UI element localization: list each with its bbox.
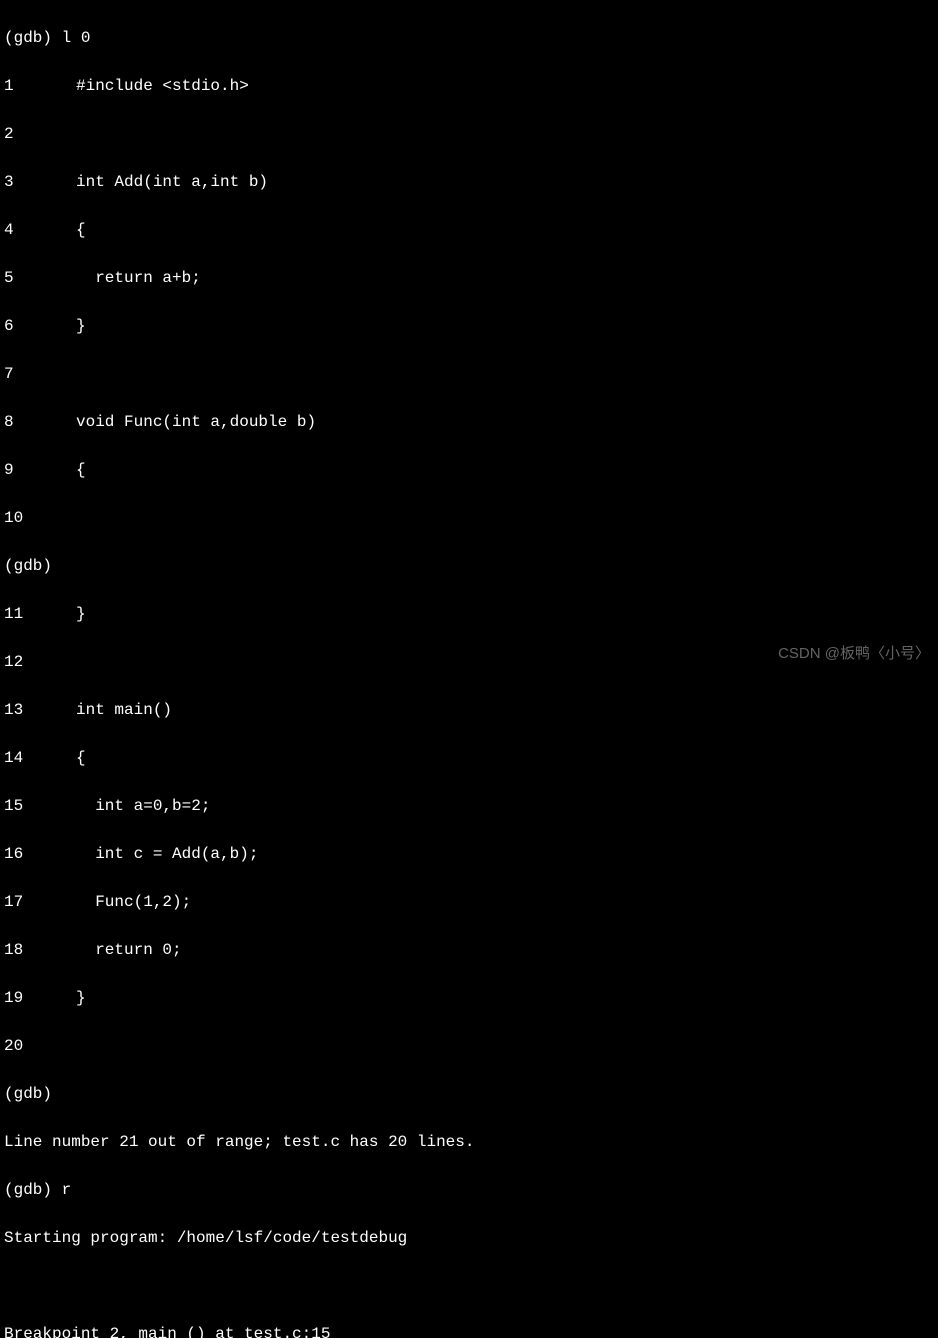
line-number: 5 <box>4 266 76 290</box>
source-line: 10 <box>4 506 934 530</box>
source-line: 16 int c = Add(a,b); <box>4 842 934 866</box>
source-code: int c = Add(a,b); <box>76 842 258 866</box>
gdb-prompt-bare: (gdb) <box>4 1082 52 1106</box>
line-number: 15 <box>4 794 76 818</box>
source-line: 15 int a=0,b=2; <box>4 794 934 818</box>
source-line: 9{ <box>4 458 934 482</box>
source-line: 6} <box>4 314 934 338</box>
line-number: 18 <box>4 938 76 962</box>
source-line: 11} <box>4 602 934 626</box>
line-number: 2 <box>4 122 76 146</box>
breakpoint-message: Breakpoint 2, main () at test.c:15 <box>4 1322 934 1338</box>
gdb-prompt: (gdb) <box>4 1178 62 1202</box>
line-number: 8 <box>4 410 76 434</box>
source-line: 2 <box>4 122 934 146</box>
source-line: 19} <box>4 986 934 1010</box>
gdb-command-line: (gdb) l 0 <box>4 26 934 50</box>
source-code: return a+b; <box>76 266 201 290</box>
line-number: 7 <box>4 362 76 386</box>
source-code: { <box>76 218 86 242</box>
terminal-output: (gdb) l 0 1#include <stdio.h> 2 3int Add… <box>4 2 934 1338</box>
source-code: Func(1,2); <box>76 890 191 914</box>
gdb-prompt: (gdb) <box>4 26 62 50</box>
line-number: 1 <box>4 74 76 98</box>
line-number: 20 <box>4 1034 76 1058</box>
line-number: 10 <box>4 506 76 530</box>
out-of-range-text: Line number 21 out of range; test.c has … <box>4 1130 474 1154</box>
source-line: 13int main() <box>4 698 934 722</box>
line-number: 3 <box>4 170 76 194</box>
source-code: } <box>76 314 86 338</box>
line-number: 14 <box>4 746 76 770</box>
starting-text: Starting program: /home/lsf/code/testdeb… <box>4 1226 407 1250</box>
source-code: } <box>76 986 86 1010</box>
source-line: 3int Add(int a,int b) <box>4 170 934 194</box>
blank-line <box>4 1274 934 1298</box>
source-line: 18 return 0; <box>4 938 934 962</box>
source-code: int a=0,b=2; <box>76 794 210 818</box>
line-number: 4 <box>4 218 76 242</box>
source-code: int Add(int a,int b) <box>76 170 268 194</box>
source-code: { <box>76 746 86 770</box>
watermark-text: CSDN @板鸭〈小号〉 <box>778 643 930 666</box>
source-line: 17 Func(1,2); <box>4 890 934 914</box>
line-number: 12 <box>4 650 76 674</box>
source-code: return 0; <box>76 938 182 962</box>
command-run: r <box>62 1178 72 1202</box>
source-code: { <box>76 458 86 482</box>
starting-message: Starting program: /home/lsf/code/testdeb… <box>4 1226 934 1250</box>
source-line: 8void Func(int a,double b) <box>4 410 934 434</box>
source-line: 7 <box>4 362 934 386</box>
source-code: } <box>76 602 86 626</box>
gdb-prompt-line: (gdb) <box>4 1082 934 1106</box>
source-line: 20 <box>4 1034 934 1058</box>
line-number: 6 <box>4 314 76 338</box>
breakpoint-text: Breakpoint 2, main () at test.c:15 <box>4 1322 330 1338</box>
line-number: 11 <box>4 602 76 626</box>
source-code: int main() <box>76 698 172 722</box>
command-list: l 0 <box>62 26 91 50</box>
line-number: 16 <box>4 842 76 866</box>
line-number: 13 <box>4 698 76 722</box>
source-line: 5 return a+b; <box>4 266 934 290</box>
gdb-prompt-line: (gdb) <box>4 554 934 578</box>
source-code: #include <stdio.h> <box>76 74 249 98</box>
line-number: 17 <box>4 890 76 914</box>
source-line: 14{ <box>4 746 934 770</box>
error-message: Line number 21 out of range; test.c has … <box>4 1130 934 1154</box>
source-code: void Func(int a,double b) <box>76 410 316 434</box>
gdb-command-line: (gdb) r <box>4 1178 934 1202</box>
line-number: 9 <box>4 458 76 482</box>
gdb-prompt-bare: (gdb) <box>4 554 52 578</box>
source-line: 4{ <box>4 218 934 242</box>
line-number: 19 <box>4 986 76 1010</box>
source-line: 1#include <stdio.h> <box>4 74 934 98</box>
